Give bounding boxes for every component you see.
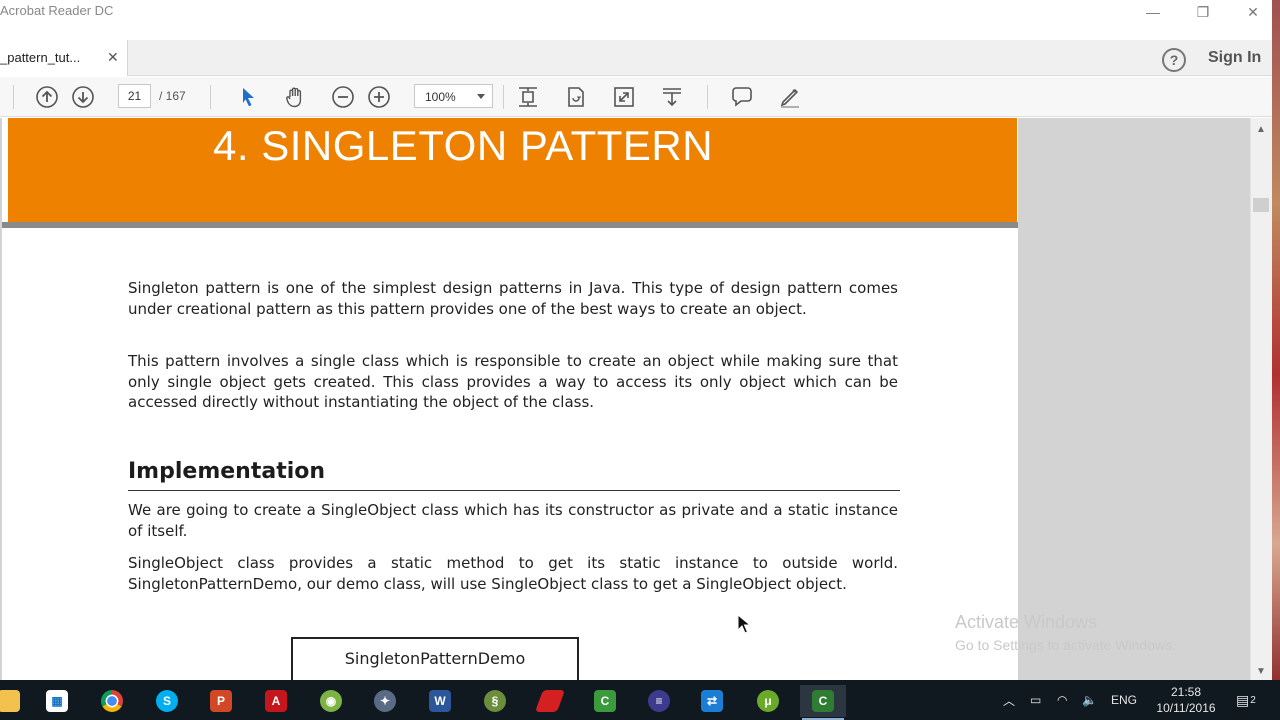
remote-icon[interactable]: ⇄ bbox=[689, 685, 735, 717]
mouse-cursor-icon bbox=[737, 613, 752, 639]
section-heading: Implementation bbox=[128, 459, 326, 484]
document-tab[interactable]: _pattern_tut... ✕ bbox=[0, 40, 128, 76]
toolbar-divider bbox=[503, 85, 504, 109]
restore-button[interactable]: ❐ bbox=[1180, 0, 1226, 24]
word-icon[interactable]: W bbox=[417, 685, 463, 717]
page-number-input[interactable]: 21 bbox=[118, 84, 151, 108]
chapter-title: 4. SINGLETON PATTERN bbox=[213, 122, 714, 169]
close-tab-icon[interactable]: ✕ bbox=[107, 49, 119, 66]
screen: Acrobat Reader DC — ❐ ✕ _pattern_tut... … bbox=[0, 0, 1280, 720]
paragraph: Singleton pattern is one of the simplest… bbox=[128, 279, 898, 318]
tab-bar: _pattern_tut... ✕ ? Sign In bbox=[0, 40, 1272, 76]
select-arrow-icon[interactable] bbox=[236, 85, 260, 109]
next-page-icon[interactable] bbox=[71, 85, 95, 109]
scroll-mode-icon[interactable] bbox=[660, 85, 684, 109]
zoom-select[interactable]: 100% bbox=[414, 84, 493, 108]
system-clock[interactable]: 21:58 10/11/2016 bbox=[1146, 684, 1226, 716]
chrome-icon[interactable] bbox=[89, 685, 135, 717]
camtasia-recorder-icon[interactable]: C bbox=[800, 685, 846, 720]
chevron-down-icon bbox=[477, 94, 485, 99]
comment-icon[interactable] bbox=[730, 85, 754, 109]
watermark-line-2: Go to Settings to activate Windows. bbox=[955, 637, 1176, 653]
torrent-icon[interactable]: μ bbox=[745, 685, 791, 717]
battery-icon[interactable]: ▭ bbox=[1030, 680, 1041, 720]
store-icon[interactable]: ▦ bbox=[34, 685, 80, 717]
toolbar-divider bbox=[13, 85, 14, 109]
background-edge bbox=[1272, 0, 1280, 680]
pen-icon[interactable] bbox=[778, 85, 802, 109]
wifi-icon[interactable]: ◠ bbox=[1057, 680, 1067, 720]
prev-page-icon[interactable] bbox=[35, 85, 59, 109]
paragraph: SingleObject class provides a static met… bbox=[128, 554, 898, 593]
acrobat-icon[interactable]: A bbox=[253, 685, 299, 717]
toolbar-divider bbox=[707, 85, 708, 109]
paragraph: We are going to create a SingleObject cl… bbox=[128, 501, 898, 540]
page-total: / 167 bbox=[159, 89, 186, 103]
toolbar: 21 / 167 100% bbox=[0, 77, 1272, 117]
restore-icon: ❐ bbox=[1196, 3, 1210, 20]
banner-divider bbox=[2, 222, 1018, 228]
camtasia-icon[interactable]: C bbox=[582, 685, 628, 717]
notification-icon[interactable]: ▤ 2 bbox=[1236, 680, 1256, 720]
snake-app-icon[interactable]: § bbox=[472, 685, 518, 717]
watermark-line-1: Activate Windows bbox=[955, 612, 1098, 632]
document-viewport[interactable]: 4. SINGLETON PATTERN Singleton pattern i… bbox=[0, 118, 1250, 680]
fit-page-icon[interactable] bbox=[516, 85, 540, 109]
pdf-page: 4. SINGLETON PATTERN Singleton pattern i… bbox=[2, 118, 1018, 680]
fullscreen-icon[interactable] bbox=[612, 85, 636, 109]
skype-icon[interactable]: S bbox=[144, 685, 190, 717]
chapter-banner: 4. SINGLETON PATTERN bbox=[8, 118, 1017, 222]
zoom-in-icon[interactable] bbox=[367, 85, 391, 109]
language-indicator[interactable]: ENG bbox=[1111, 680, 1137, 720]
activate-windows-watermark: Activate Windows Go to Settings to activ… bbox=[955, 612, 1176, 653]
title-bar: Acrobat Reader DC — ❐ ✕ bbox=[0, 0, 1280, 40]
paragraph: This pattern involves a single class whi… bbox=[128, 352, 898, 412]
red-app-icon[interactable] bbox=[527, 685, 573, 717]
heading-rule bbox=[128, 490, 900, 491]
network-tool-icon[interactable]: ✦ bbox=[362, 685, 408, 717]
window-title: Acrobat Reader DC bbox=[0, 3, 114, 18]
close-window-button[interactable]: ✕ bbox=[1230, 0, 1276, 24]
help-icon[interactable]: ? bbox=[1162, 48, 1186, 72]
document-tab-label: _pattern_tut... bbox=[0, 50, 81, 65]
clock-time: 21:58 bbox=[1170, 685, 1202, 699]
android-icon[interactable]: ◉ bbox=[308, 685, 354, 717]
zoom-out-icon[interactable] bbox=[331, 85, 355, 109]
uml-class-box: SingletonPatternDemo bbox=[291, 637, 579, 680]
sign-in-button[interactable]: Sign In bbox=[1208, 49, 1261, 67]
close-icon: ✕ bbox=[1247, 3, 1259, 20]
vertical-scrollbar[interactable]: ▲ ▼ bbox=[1250, 118, 1272, 680]
powerpoint-icon[interactable]: P bbox=[198, 685, 244, 717]
minimize-button[interactable]: — bbox=[1130, 0, 1176, 24]
toolbar-divider bbox=[210, 85, 211, 109]
volume-icon[interactable]: 🔈 bbox=[1082, 680, 1097, 720]
scrollbar-thumb[interactable] bbox=[1253, 198, 1269, 212]
taskbar: ▦ S P A ◉ ✦ W § C ≡ ⇄ μ C ︿ ▭ ◠ 🔈 ENG 21… bbox=[0, 680, 1280, 720]
file-explorer-icon[interactable] bbox=[0, 685, 32, 717]
rotate-icon[interactable] bbox=[564, 85, 588, 109]
scroll-up-icon[interactable]: ▲ bbox=[1256, 124, 1266, 135]
uml-class-name: SingletonPatternDemo bbox=[344, 649, 526, 668]
clock-date: 10/11/2016 bbox=[1156, 701, 1216, 715]
zoom-value: 100% bbox=[425, 90, 456, 104]
scroll-down-icon[interactable]: ▼ bbox=[1256, 666, 1266, 677]
tray-chevron-icon[interactable]: ︿ bbox=[1003, 680, 1015, 720]
eclipse-icon[interactable]: ≡ bbox=[636, 685, 682, 717]
hand-tool-icon[interactable] bbox=[283, 85, 307, 109]
notification-count: 2 bbox=[1250, 694, 1256, 706]
minimize-icon: — bbox=[1146, 4, 1160, 20]
